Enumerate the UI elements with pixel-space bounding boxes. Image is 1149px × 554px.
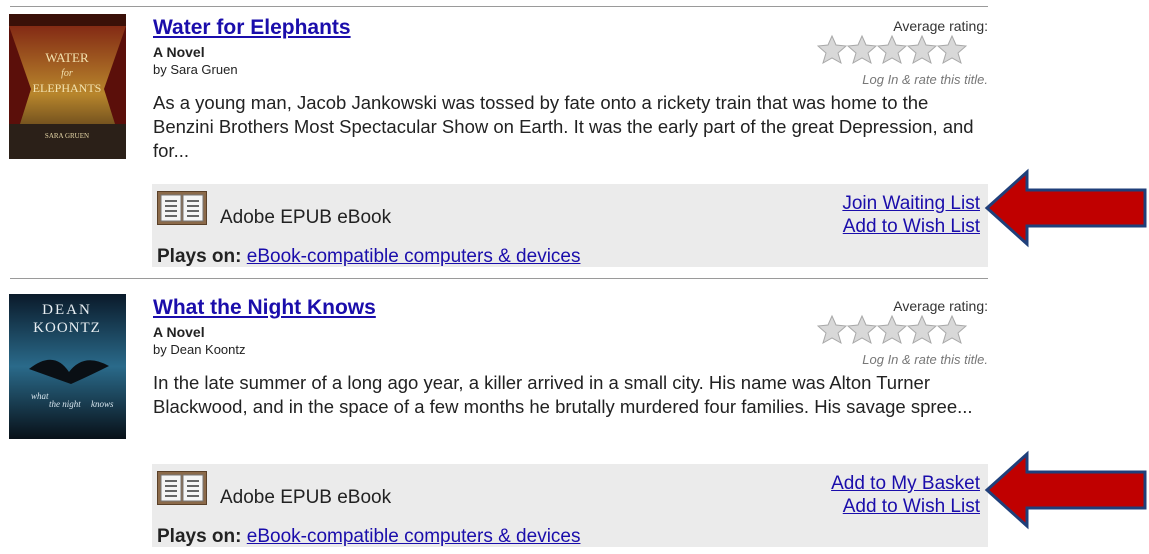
book-description: As a young man, Jacob Jankowski was toss… [153,92,974,161]
plays-on-label: Plays on: [157,526,242,547]
login-rate-link[interactable]: Log In & rate this title. [862,72,988,87]
format-name: Adobe EPUB eBook [220,207,392,228]
separator-middle [10,278,988,279]
book-description: In the late summer of a long ago year, a… [153,372,973,417]
cover-title-text: knows [91,399,114,409]
cover-author-text: DEAN [42,302,92,318]
cover-title-text: for [61,68,73,79]
book-actions: Add to My Basket Add to Wish List [831,472,980,518]
plays-on: Plays on: eBook-compatible computers & d… [157,246,580,268]
left-arrow-icon [984,168,1147,248]
book-item: DEAN KOONTZ what the night knows What th… [0,286,1149,554]
open-book-icon [157,191,207,225]
format-panel: Adobe EPUB eBook Join Waiting List Add t… [152,184,988,267]
star-rating-icon[interactable] [817,34,967,66]
compatible-devices-link[interactable]: eBook-compatible computers & devices [247,526,581,547]
format-name: Adobe EPUB eBook [220,487,392,508]
cover-title-text: WATER [45,50,89,65]
book-cover-what-the-night-knows[interactable]: DEAN KOONTZ what the night knows [9,294,126,439]
add-to-wish-list-link[interactable]: Add to Wish List [842,215,980,238]
plays-on-label: Plays on: [157,246,242,267]
cover-title-text: the night [49,399,81,409]
book-subtitle: A Novel [153,44,205,60]
cover-title-text: what [31,391,49,401]
book-cover-water-for-elephants[interactable]: WATER for ELEPHANTS SARA GRUEN [9,14,126,159]
book-subtitle: A Novel [153,324,205,340]
open-book-icon [157,471,207,505]
average-rating-label: Average rating: [893,298,988,314]
book-item: WATER for ELEPHANTS SARA GRUEN Water for… [0,6,1149,274]
book-title-link[interactable]: What the Night Knows [153,296,376,320]
login-rate-link[interactable]: Log In & rate this title. [862,352,988,367]
book-actions: Join Waiting List Add to Wish List [842,192,980,238]
average-rating-label: Average rating: [893,18,988,34]
book-author: by Dean Koontz [153,342,246,357]
format-panel: Adobe EPUB eBook Add to My Basket Add to… [152,464,988,547]
compatible-devices-link[interactable]: eBook-compatible computers & devices [247,246,581,267]
add-to-wish-list-link[interactable]: Add to Wish List [831,495,980,518]
plays-on: Plays on: eBook-compatible computers & d… [157,526,580,548]
book-title-link[interactable]: Water for Elephants [153,16,351,40]
cover-title-text: ELEPHANTS [33,81,102,95]
cover-author-text: KOONTZ [33,320,101,336]
cover-author-text: SARA GRUEN [45,132,89,140]
add-to-basket-link[interactable]: Add to My Basket [831,472,980,495]
book-author: by Sara Gruen [153,62,238,77]
left-arrow-icon [984,450,1147,530]
join-waiting-list-link[interactable]: Join Waiting List [842,192,980,215]
star-rating-icon[interactable] [817,314,967,346]
